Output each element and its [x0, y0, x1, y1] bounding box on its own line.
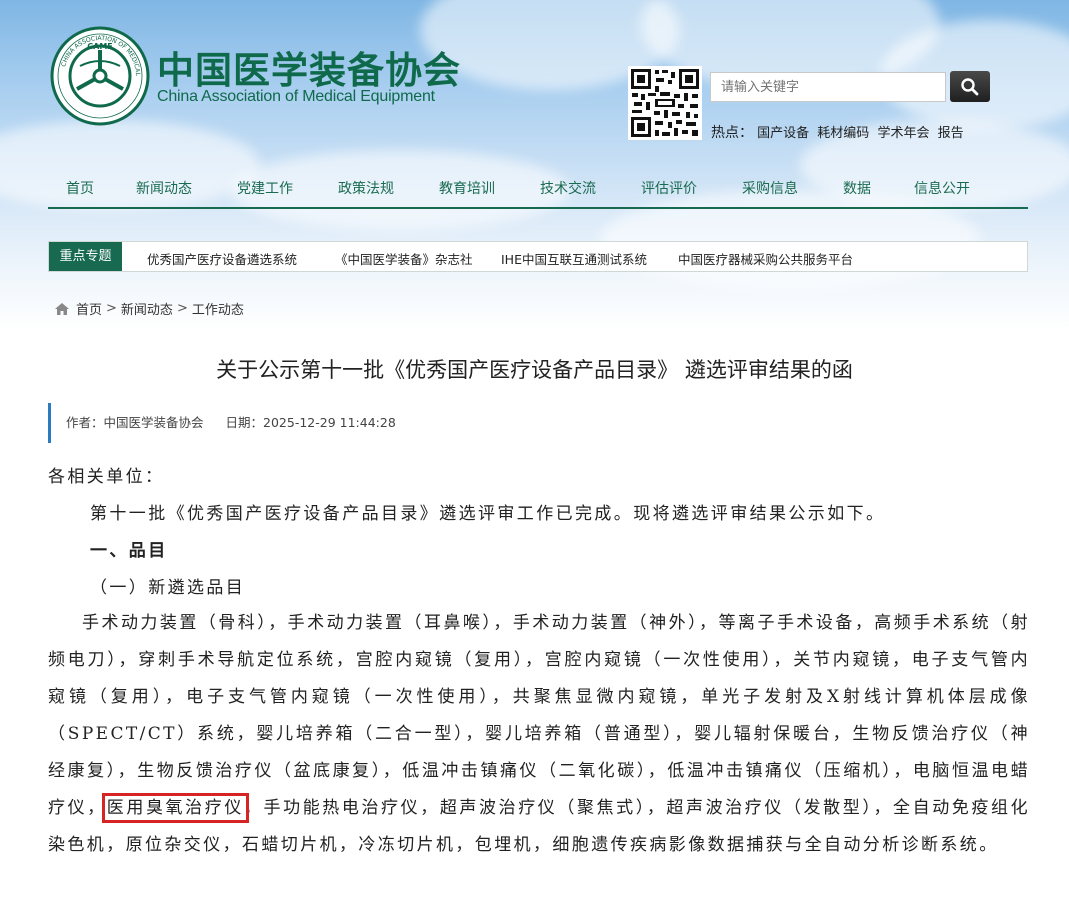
svg-text:CAME: CAME: [87, 42, 113, 51]
article-meta: 作者：中国医学装备协会 日期：2025-12-29 11:44:28: [48, 403, 468, 443]
article-salutation: 各相关单位：: [48, 467, 165, 487]
featured-tag: 重点专题: [49, 242, 122, 271]
breadcrumb-home[interactable]: 首页: [76, 299, 102, 318]
qr-code-icon: [628, 66, 702, 140]
date-value: 2025-12-29 11:44:28: [263, 415, 396, 430]
author-label: 作者：: [66, 415, 104, 430]
featured-link-ihe-test[interactable]: IHE中国互联互通测试系统: [501, 249, 647, 268]
came-logo-icon: CHINA ASSOCIATION OF MEDICAL EQUIPMENT C…: [47, 21, 150, 126]
search-button[interactable]: [950, 71, 990, 102]
site-subtitle: China Association of Medical Equipment: [157, 88, 435, 105]
nav-divider: [48, 207, 1028, 209]
search-icon: [961, 77, 979, 95]
breadcrumb-news[interactable]: 新闻动态: [121, 299, 173, 318]
hot-keywords: 热点： 国产设备 耗材编码 学术年会 报告: [711, 122, 968, 142]
nav-policy[interactable]: 政策法规: [338, 178, 394, 198]
article-intro: 第十一批《优秀国产医疗设备产品目录》遴选评审工作已完成。现将遴选评审结果公示如下…: [90, 504, 886, 524]
article-item-list: 手术动力装置（骨科），手术动力装置（耳鼻喉），手术动力装置（神外），等离子手术设…: [48, 605, 1030, 864]
article-subheading-new-items: （一）新遴选品目: [90, 578, 246, 598]
hot-link-annual-conference[interactable]: 学术年会: [877, 126, 929, 141]
highlighted-item: 医用臭氧治疗仪: [101, 793, 249, 823]
article-heading-items: 一、品目: [90, 541, 168, 561]
home-icon: [55, 302, 69, 315]
nav-data[interactable]: 数据: [843, 178, 871, 198]
nav-education[interactable]: 教育培训: [439, 178, 495, 198]
site-logo[interactable]: CHINA ASSOCIATION OF MEDICAL EQUIPMENT C…: [47, 21, 150, 126]
search-input[interactable]: [710, 72, 946, 102]
nav-procurement[interactable]: 采购信息: [742, 178, 798, 198]
featured-link-journal[interactable]: 《中国医学装备》杂志社: [335, 249, 473, 268]
site-title: 中国医学装备协会: [157, 49, 461, 92]
hot-link-report[interactable]: 报告: [938, 126, 964, 141]
hot-label: 热点：: [711, 125, 753, 141]
item-list-text: 手术动力装置（骨科），手术动力装置（耳鼻喉），手术动力装置（神外），等离子手术设…: [48, 613, 1030, 818]
main-nav: 首页 新闻动态 党建工作 政策法规 教育培训 技术交流 评估评价 采购信息 数据…: [48, 172, 1028, 208]
nav-evaluation[interactable]: 评估评价: [641, 178, 697, 198]
breadcrumb: 首页 > 新闻动态 > 工作动态: [55, 299, 244, 318]
breadcrumb-work-news[interactable]: 工作动态: [192, 299, 244, 318]
date-label: 日期：: [225, 415, 264, 430]
hot-link-consumable-code[interactable]: 耗材编码: [817, 126, 869, 141]
nav-news[interactable]: 新闻动态: [136, 178, 192, 198]
featured-link-selection-system[interactable]: 优秀国产医疗设备遴选系统: [147, 249, 297, 268]
qr-code: [628, 66, 702, 140]
author-value: 中国医学装备协会: [103, 415, 204, 430]
featured-topics-bar: 重点专题 优秀国产医疗设备遴选系统 《中国医学装备》杂志社 IHE中国互联互通测…: [48, 241, 1028, 272]
hot-link-domestic-equipment[interactable]: 国产设备: [757, 126, 809, 141]
article-title: 关于公示第十一批《优秀国产医疗设备产品目录》 遴选评审结果的函: [216, 358, 853, 382]
nav-party-building[interactable]: 党建工作: [237, 178, 293, 198]
nav-home[interactable]: 首页: [66, 178, 94, 198]
featured-link-procurement-platform[interactable]: 中国医疗器械采购公共服务平台: [678, 249, 853, 268]
breadcrumb-separator: >: [176, 301, 188, 316]
nav-info-disclosure[interactable]: 信息公开: [914, 178, 970, 198]
breadcrumb-separator: >: [106, 301, 117, 316]
nav-tech-exchange[interactable]: 技术交流: [540, 178, 596, 198]
